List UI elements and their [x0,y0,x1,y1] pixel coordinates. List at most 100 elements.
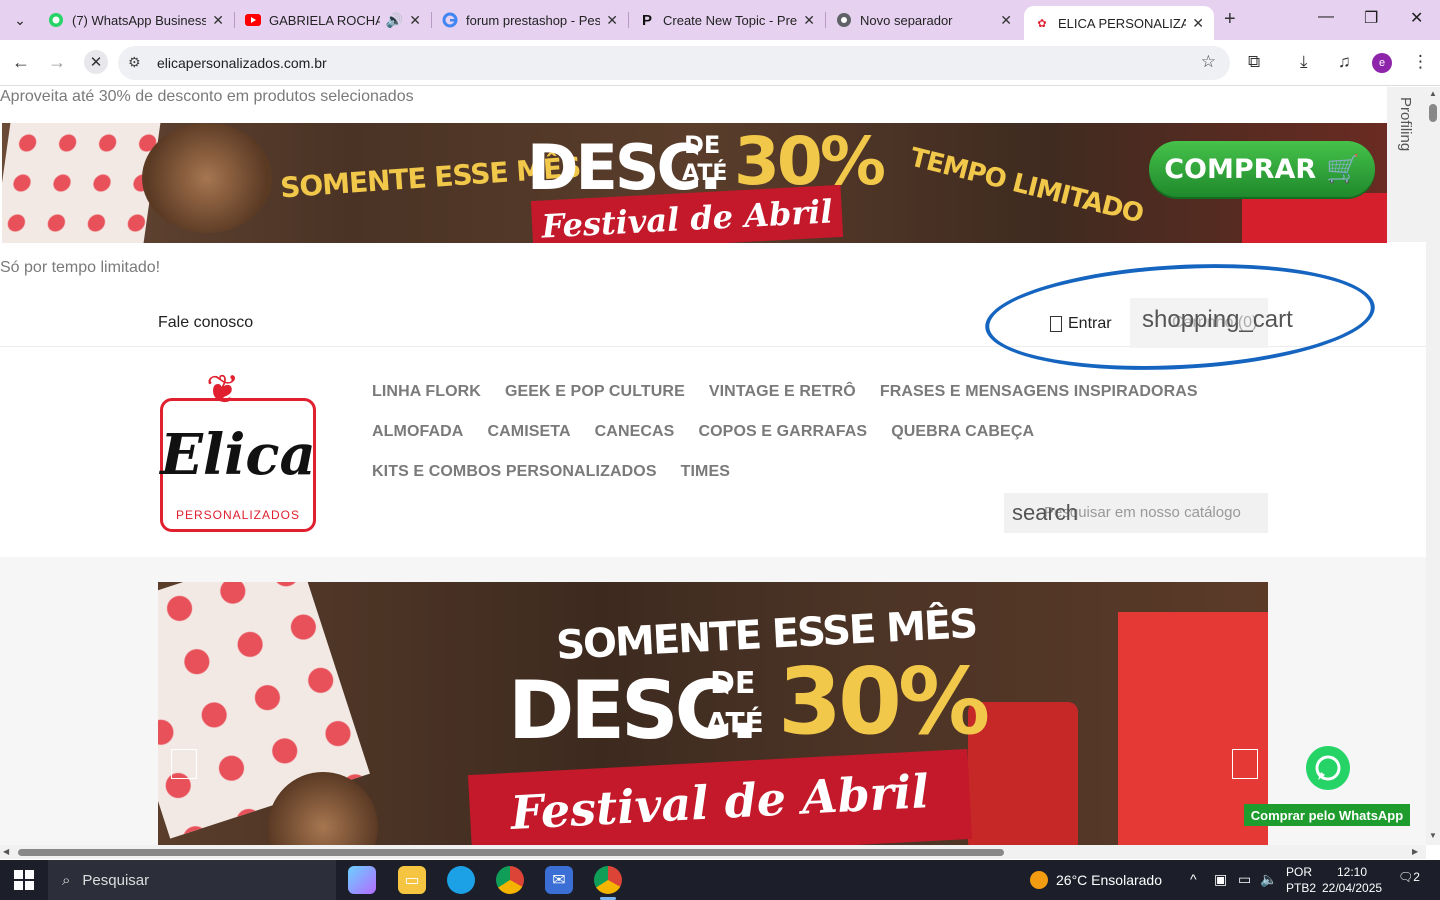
volume-icon[interactable]: 🔈 [1260,871,1277,888]
weather-widget[interactable]: 26°C Ensolarado [1030,871,1162,889]
elica-logo[interactable]: ❦ Elica PERSONALIZADOS [158,370,318,534]
clock-time: 12:10 [1336,865,1368,879]
taskbar-search[interactable]: ⌕ Pesquisar [48,860,336,900]
language-indicator[interactable]: POR PTB2 [1286,864,1316,896]
menu-item[interactable]: GEEK E POP CULTURE [505,383,685,401]
tab-title: forum prestashop - Pesq [466,12,601,28]
close-tab-icon[interactable]: ✕ [803,12,815,29]
tab-title: (7) WhatsApp Business [72,12,207,28]
slider-de-text: DE [710,666,756,701]
cart-icon: 🛒 [1326,154,1360,185]
media-control-icon[interactable]: ♫ [1338,52,1351,72]
menu-item[interactable]: KITS E COMBOS PERSONALIZADOS [372,463,657,481]
close-tab-icon[interactable]: ✕ [1000,12,1012,29]
horizontal-scroll-thumb[interactable] [18,849,1004,856]
tab-elica-active[interactable]: ✿ ELICA PERSONALIZADO ✕ [1024,6,1214,40]
vertical-scroll-thumb[interactable] [1429,104,1437,122]
pinecone-decoration [142,123,272,233]
gift-box-decoration [1242,193,1387,243]
browser-menu-kebab-icon[interactable]: ⋮ [1412,52,1429,72]
chrome-profile-icon[interactable] [594,866,622,900]
whatsapp-float-button[interactable] [1306,746,1350,790]
gift-paper-decoration [2,123,161,243]
chrome-icon[interactable] [496,866,524,894]
network-icon[interactable]: ▭ [1238,871,1251,888]
tab-prestashop-topic[interactable]: P Create New Topic - Pres ✕ [629,6,825,34]
bookmark-star-icon[interactable]: ☆ [1201,52,1216,72]
tab-title: ELICA PERSONALIZADO [1058,15,1187,31]
scroll-left-arrow-icon[interactable]: ◀ [3,847,9,856]
extensions-puzzle-icon[interactable]: ⧉ [1248,52,1260,72]
close-window-icon[interactable]: ✕ [1410,8,1423,28]
search-icon: ⌕ [62,871,71,889]
menu-item[interactable]: ALMOFADA [372,423,463,441]
remote-app-icon[interactable]: ✉ [545,866,573,894]
catalog-search[interactable]: Pesquisar em nosso catálogo search [1004,493,1268,533]
notifications-icon[interactable]: 🗨2 [1398,870,1420,890]
logo-subtitle: PERSONALIZADOS [175,508,301,522]
menu-item[interactable]: TIMES [681,463,730,481]
address-bar[interactable]: ⚙ elicapersonalizados.com.br ☆ [118,46,1230,80]
menu-item[interactable]: CANECAS [595,423,675,441]
hero-slider[interactable]: SOMENTE ESSE MÊS DESC. DE ATÉ 30% Festiv… [158,582,1268,845]
windows-start-icon[interactable] [14,870,34,890]
close-tab-icon[interactable]: ✕ [409,12,421,29]
elica-icon: ✿ [1037,17,1047,30]
menu-item[interactable]: FRASES E MENSAGENS INSPIRADORAS [880,383,1198,401]
tab-youtube[interactable]: GABRIELA ROCHA - 🔊 ✕ [235,6,431,34]
tab-new-tab[interactable]: Novo separador ✕ [826,6,1022,34]
speaker-icon[interactable]: 🔊 [386,12,403,29]
vertical-scrollbar[interactable]: ▲ ▼ [1426,87,1440,845]
profile-avatar[interactable]: e [1372,53,1392,73]
slider-percent-text: 30% [778,648,990,755]
menu-row-1: LINHA FLORK GEEK E POP CULTURE VINTAGE E… [372,383,1198,401]
download-icon[interactable]: ⤓ [1300,52,1308,72]
slider-next-arrow[interactable] [1232,749,1258,779]
horizontal-scrollbar[interactable]: ◀ ▶ [0,845,1426,859]
copilot-icon[interactable] [348,866,376,894]
whatsapp-icon [48,12,64,28]
whatsapp-buy-label[interactable]: Comprar pelo WhatsApp [1244,804,1410,826]
scroll-up-arrow-icon[interactable]: ▲ [1429,89,1437,98]
slider-festival-text: Festival de Abril [467,748,973,845]
contact-link[interactable]: Fale conosco [158,314,253,332]
stop-loading-icon[interactable]: ✕ [84,50,108,74]
tab-search-chevron-icon[interactable]: ⌄ [6,6,34,34]
menu-item[interactable]: COPOS E GARRAFAS [698,423,867,441]
blue-annotation-circle [982,254,1378,380]
site-info-icon[interactable]: ⚙ [128,54,141,71]
google-icon [442,12,458,28]
comprar-button[interactable]: COMPRAR 🛒 [1149,141,1375,197]
file-explorer-icon[interactable]: ▭ [398,866,426,894]
new-tab-plus-icon[interactable]: + [1224,8,1236,31]
menu-item[interactable]: VINTAGE E RETRÔ [709,383,856,401]
minimize-icon[interactable]: — [1318,8,1334,26]
tab-title: GABRIELA ROCHA - [269,12,380,28]
menu-item[interactable]: LINHA FLORK [372,383,481,401]
scroll-right-arrow-icon[interactable]: ▶ [1412,847,1418,856]
search-icon[interactable]: search [1012,500,1078,526]
url-text[interactable]: elicapersonalizados.com.br [157,55,327,71]
restore-icon[interactable]: ❐ [1364,8,1378,28]
tab-google-search[interactable]: forum prestashop - Pesq ✕ [432,6,628,34]
menu-row-3: KITS E COMBOS PERSONALIZADOS TIMES [372,463,730,481]
back-arrow-icon[interactable]: ← [12,52,30,73]
clock[interactable]: 12:10 22/04/2025 [1322,864,1382,896]
close-tab-icon[interactable]: ✕ [212,12,224,29]
profiling-panel-tab[interactable]: Profiling [1387,87,1426,242]
top-promo-banner[interactable]: SOMENTE ESSE MÊS DESC. DE ATÉ 30% Festiv… [2,123,1387,243]
menu-item[interactable]: CAMISETA [487,423,570,441]
close-tab-icon[interactable]: ✕ [606,12,618,29]
meet-now-icon[interactable]: ▣ [1214,871,1227,888]
forward-arrow-icon[interactable]: → [48,52,66,73]
slider-ate-text: ATÉ [706,706,764,739]
tab-whatsapp[interactable]: (7) WhatsApp Business ✕ [38,6,234,34]
tray-chevron-up-icon[interactable]: ^ [1190,871,1197,887]
slider-prev-arrow[interactable] [171,749,197,779]
tab-title: Novo separador [860,12,953,28]
menu-item[interactable]: QUEBRA CABEÇA [891,423,1034,441]
close-tab-icon[interactable]: ✕ [1192,15,1204,32]
scroll-down-arrow-icon[interactable]: ▼ [1429,831,1437,840]
edge-icon[interactable] [447,866,475,894]
windows-taskbar: ⌕ Pesquisar ▭ ✉ 26°C Ensolarado ^ ▣ ▭ 🔈 … [0,860,1440,900]
